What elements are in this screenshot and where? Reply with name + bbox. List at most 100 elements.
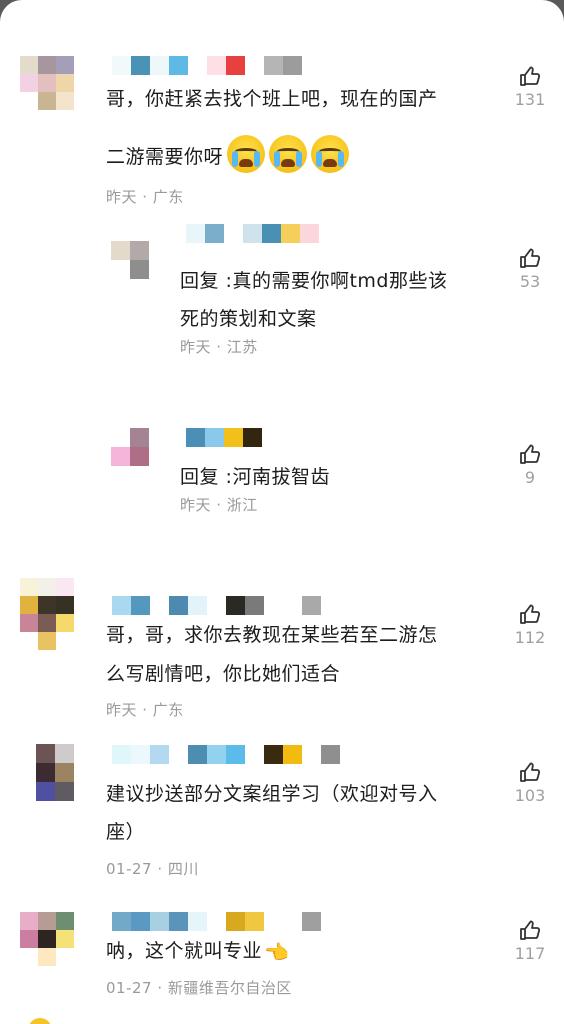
avatar-pixel	[130, 260, 149, 279]
username-pixel	[281, 224, 300, 243]
avatar[interactable]	[111, 241, 149, 279]
username-pixel	[112, 56, 131, 75]
username-pixel	[300, 224, 319, 243]
username-pixelated[interactable]	[186, 428, 262, 447]
comment-text: 哥，你赶紧去找个班上吧，现在的国产	[106, 88, 438, 110]
avatar-pixel	[38, 578, 56, 596]
username-pixel	[131, 596, 150, 615]
username-pixel	[243, 224, 262, 243]
username-pixel	[283, 596, 302, 615]
username-pixel	[321, 745, 340, 764]
thumbs-up-outline-icon	[520, 604, 541, 624]
avatar-pixel	[20, 948, 38, 966]
username-pixelated[interactable]	[112, 912, 321, 931]
username-pixelated[interactable]	[112, 596, 321, 615]
avatar-pixel	[56, 578, 74, 596]
avatar[interactable]	[20, 56, 74, 110]
avatar-pixel	[38, 56, 56, 74]
avatar[interactable]	[111, 428, 149, 466]
username-pixel	[169, 56, 188, 75]
username-pixel	[112, 912, 131, 931]
avatar-pixel	[20, 614, 38, 632]
avatar-pixel	[130, 428, 149, 447]
username-pixel	[188, 56, 207, 75]
avatar-pixel	[20, 912, 38, 930]
avatar-pixel	[55, 744, 74, 763]
username-pixelated[interactable]	[186, 224, 319, 243]
username-pixel	[245, 56, 264, 75]
avatar-pixel	[55, 763, 74, 782]
avatar-pixel	[20, 56, 38, 74]
username-pixel	[188, 912, 207, 931]
crying-face-emoji	[311, 134, 350, 173]
username-pixel	[186, 428, 205, 447]
avatar-pixel	[130, 241, 149, 260]
avatar-pixel	[38, 92, 56, 110]
avatar-pixel	[20, 930, 38, 948]
avatar[interactable]	[20, 578, 74, 650]
avatar-pixel	[56, 614, 74, 632]
avatar-pixel	[20, 632, 38, 650]
next-avatar-partial	[28, 1018, 52, 1024]
username-pixelated[interactable]	[112, 56, 302, 75]
username-pixelated[interactable]	[112, 745, 340, 764]
avatar-pixel	[111, 260, 130, 279]
avatar-pixel	[20, 92, 38, 110]
avatar-pixel	[56, 74, 74, 92]
username-pixel	[150, 745, 169, 764]
username-pixel	[226, 912, 245, 931]
avatar-pixel	[130, 447, 149, 466]
avatar-pixel	[36, 744, 55, 763]
like-button[interactable]: 9	[508, 442, 552, 487]
avatar[interactable]	[20, 912, 74, 966]
avatar-pixel	[38, 596, 56, 614]
avatar-pixel	[56, 56, 74, 74]
like-button[interactable]: 53	[508, 246, 552, 291]
hand-pointing-left-icon: 👈	[264, 939, 290, 964]
comment-text: 哥，哥，求你去教现在某些若至二游怎	[106, 624, 438, 646]
username-pixel	[302, 912, 321, 931]
comment-meta: 01-27 · 四川	[106, 860, 199, 878]
avatar-pixel	[55, 782, 74, 801]
username-pixel	[302, 596, 321, 615]
username-pixel	[262, 224, 281, 243]
username-pixel	[188, 596, 207, 615]
thumbs-up-outline-icon	[520, 920, 541, 940]
like-button[interactable]: 131	[508, 64, 552, 109]
username-pixel	[131, 912, 150, 931]
avatar-pixel	[56, 930, 74, 948]
username-pixel	[226, 596, 245, 615]
username-pixel	[226, 56, 245, 75]
avatar-pixel	[56, 596, 74, 614]
username-pixel	[169, 596, 188, 615]
thumbs-up-outline-icon	[520, 762, 541, 782]
username-pixel	[245, 912, 264, 931]
avatar-pixel	[38, 632, 56, 650]
comment-meta: 昨天 · 浙江	[180, 496, 258, 514]
username-pixel	[188, 745, 207, 764]
like-count: 53	[519, 272, 541, 291]
username-pixel	[207, 596, 226, 615]
avatar-pixel	[36, 763, 55, 782]
username-pixel	[150, 912, 169, 931]
avatar-pixel	[38, 74, 56, 92]
username-pixel	[224, 428, 243, 447]
like-count: 112	[514, 628, 546, 647]
username-pixel	[302, 745, 321, 764]
username-pixel	[112, 745, 131, 764]
comment-meta: 昨天 · 江苏	[180, 338, 258, 356]
username-pixel	[243, 428, 262, 447]
like-button[interactable]: 103	[508, 760, 552, 805]
avatar-pixel	[38, 930, 56, 948]
comment-text: 么写剧情吧，你比她们适合	[106, 663, 341, 685]
like-button[interactable]: 117	[508, 918, 552, 963]
like-count: 103	[514, 786, 546, 805]
avatar[interactable]	[36, 744, 74, 801]
comment-text: 建议抄送部分文案组学习（欢迎对号入	[106, 783, 438, 805]
like-button[interactable]: 112	[508, 602, 552, 647]
thumbs-up-outline-icon	[520, 248, 541, 268]
username-pixel	[264, 596, 283, 615]
crying-face-emoji	[269, 134, 308, 173]
username-pixel	[205, 428, 224, 447]
username-pixel	[150, 596, 169, 615]
